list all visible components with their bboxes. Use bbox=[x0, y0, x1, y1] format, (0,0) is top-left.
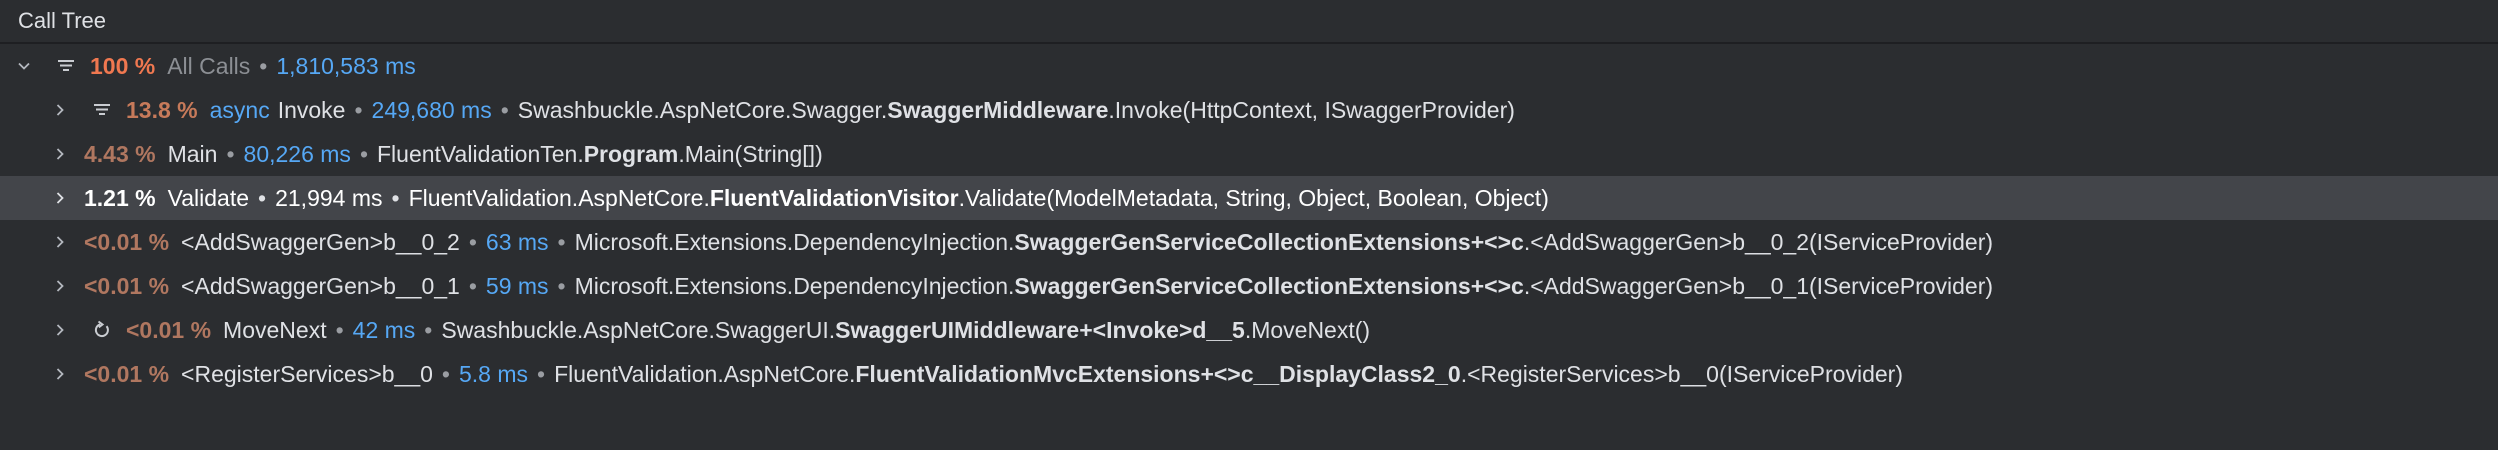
tree-row-move-next[interactable]: <0.01 % MoveNext • 42 ms • Swashbuckle.A… bbox=[0, 308, 2498, 352]
method-signature: .<RegisterServices>b__0(IServiceProvider… bbox=[1460, 360, 1903, 387]
async-keyword: async bbox=[209, 96, 270, 123]
percent-value: <0.01 % bbox=[84, 360, 170, 387]
class-name: SwaggerGenServiceCollectionExtensions+<>… bbox=[1014, 228, 1524, 255]
call-tree-header: Call Tree bbox=[0, 0, 2498, 44]
namespace: Swashbuckle.AspNetCore.SwaggerUI. bbox=[441, 316, 836, 343]
node-name: Main bbox=[167, 140, 218, 167]
tree-row-invoke[interactable]: 13.8 % async Invoke • 249,680 ms • Swash… bbox=[0, 88, 2498, 132]
class-name: SwaggerMiddleware bbox=[887, 96, 1109, 123]
class-name: FluentValidationVisitor bbox=[709, 184, 959, 211]
namespace: Microsoft.Extensions.DependencyInjection… bbox=[574, 272, 1015, 299]
time-value: 63 ms bbox=[485, 228, 549, 255]
separator: • bbox=[424, 316, 433, 343]
node-name: Validate bbox=[167, 184, 250, 211]
tree-row-register-services[interactable]: <0.01 % <RegisterServices>b__0 • 5.8 ms … bbox=[0, 352, 2498, 396]
method-signature: .Validate(ModelMetadata, String, Object,… bbox=[958, 184, 1549, 211]
separator: • bbox=[391, 184, 400, 211]
panel-title: Call Tree bbox=[18, 8, 107, 33]
filter-icon bbox=[54, 54, 78, 78]
chevron-down-icon[interactable] bbox=[14, 44, 34, 88]
class-name: Program bbox=[583, 140, 679, 167]
separator: • bbox=[226, 140, 235, 167]
separator: • bbox=[468, 272, 477, 299]
separator: • bbox=[335, 316, 344, 343]
time-value: 21,994 ms bbox=[275, 184, 383, 211]
tree-row-validate[interactable]: 1.21 % Validate • 21,994 ms • FluentVali… bbox=[0, 176, 2498, 220]
time-value: 5.8 ms bbox=[458, 360, 529, 387]
node-name: <RegisterServices>b__0 bbox=[181, 360, 433, 387]
method-signature: .<AddSwaggerGen>b__0_2(IServiceProvider) bbox=[1523, 228, 1994, 255]
separator: • bbox=[557, 228, 566, 255]
method-signature: .MoveNext() bbox=[1244, 316, 1371, 343]
separator: • bbox=[259, 52, 268, 79]
class-name: FluentValidationMvcExtensions+<>c__Displ… bbox=[855, 360, 1461, 387]
chevron-right-icon[interactable] bbox=[50, 220, 70, 264]
namespace: FluentValidationTen. bbox=[377, 140, 584, 167]
percent-value: 13.8 % bbox=[126, 96, 198, 123]
separator: • bbox=[557, 272, 566, 299]
namespace: Microsoft.Extensions.DependencyInjection… bbox=[574, 228, 1015, 255]
separator: • bbox=[441, 360, 450, 387]
separator: • bbox=[537, 360, 546, 387]
recursion-icon bbox=[90, 318, 114, 342]
method-signature: .Invoke(HttpContext, ISwaggerProvider) bbox=[1108, 96, 1515, 123]
percent-value: <0.01 % bbox=[84, 228, 170, 255]
percent-value: 4.43 % bbox=[84, 140, 156, 167]
node-name: All Calls bbox=[167, 52, 251, 79]
namespace: FluentValidation.AspNetCore. bbox=[408, 184, 710, 211]
namespace: Swashbuckle.AspNetCore.Swagger. bbox=[517, 96, 888, 123]
percent-value: <0.01 % bbox=[84, 272, 170, 299]
separator: • bbox=[468, 228, 477, 255]
chevron-right-icon[interactable] bbox=[50, 352, 70, 396]
namespace: FluentValidation.AspNetCore. bbox=[554, 360, 856, 387]
time-value: 42 ms bbox=[352, 316, 416, 343]
tree-row-add-swagger-gen-1[interactable]: <0.01 % <AddSwaggerGen>b__0_1 • 59 ms • … bbox=[0, 264, 2498, 308]
node-name: <AddSwaggerGen>b__0_2 bbox=[181, 228, 460, 255]
class-name: SwaggerGenServiceCollectionExtensions+<>… bbox=[1014, 272, 1524, 299]
percent-value: 1.21 % bbox=[84, 184, 156, 211]
node-name: <AddSwaggerGen>b__0_1 bbox=[181, 272, 460, 299]
chevron-right-icon[interactable] bbox=[50, 308, 70, 352]
separator: • bbox=[354, 96, 363, 123]
time-value: 59 ms bbox=[485, 272, 549, 299]
chevron-right-icon[interactable] bbox=[50, 88, 70, 132]
method-signature: .<AddSwaggerGen>b__0_1(IServiceProvider) bbox=[1523, 272, 1994, 299]
tree-row-main[interactable]: 4.43 % Main • 80,226 ms • FluentValidati… bbox=[0, 132, 2498, 176]
filter-icon bbox=[90, 98, 114, 122]
tree-row-all-calls[interactable]: 100 % All Calls • 1,810,583 ms bbox=[0, 44, 2498, 88]
percent-value: <0.01 % bbox=[126, 316, 212, 343]
node-name: MoveNext bbox=[223, 316, 327, 343]
time-value: 1,810,583 ms bbox=[276, 52, 416, 79]
separator: • bbox=[359, 140, 368, 167]
class-name: SwaggerUIMiddleware+<Invoke>d__5 bbox=[835, 316, 1245, 343]
call-tree: 100 % All Calls • 1,810,583 ms 13.8 % as… bbox=[0, 44, 2498, 396]
time-value: 249,680 ms bbox=[371, 96, 492, 123]
separator: • bbox=[258, 184, 267, 211]
method-signature: .Main(String[]) bbox=[678, 140, 823, 167]
separator: • bbox=[500, 96, 509, 123]
chevron-right-icon[interactable] bbox=[50, 264, 70, 308]
node-name: Invoke bbox=[277, 96, 346, 123]
time-value: 80,226 ms bbox=[243, 140, 351, 167]
chevron-right-icon[interactable] bbox=[50, 176, 70, 220]
tree-row-add-swagger-gen-2[interactable]: <0.01 % <AddSwaggerGen>b__0_2 • 63 ms • … bbox=[0, 220, 2498, 264]
chevron-right-icon[interactable] bbox=[50, 132, 70, 176]
percent-value: 100 % bbox=[90, 52, 156, 79]
